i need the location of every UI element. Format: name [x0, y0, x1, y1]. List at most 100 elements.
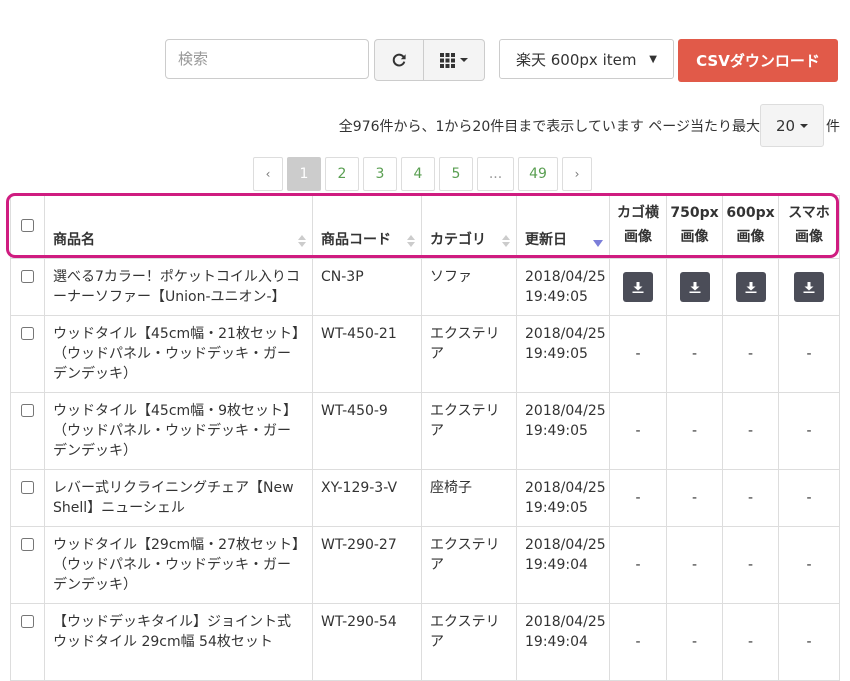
750px-image-cell: - [666, 603, 723, 681]
download-icon [689, 282, 700, 293]
page-prev[interactable]: ‹ [253, 157, 283, 191]
page-4[interactable]: 4 [401, 157, 435, 191]
row-checkbox[interactable] [21, 270, 34, 283]
600px-image-cell: - [722, 469, 779, 527]
cart-image-cell: - [609, 469, 667, 527]
header-smartphone-image: スマホ 画像 [778, 195, 840, 259]
row-checkbox[interactable] [21, 481, 34, 494]
updated-time: 19:49:05 [525, 289, 588, 305]
row-checkbox[interactable] [21, 538, 34, 551]
chevron-down-icon [800, 123, 809, 128]
page-1[interactable]: 1 [287, 157, 321, 191]
cart-image-cell: - [609, 315, 667, 393]
cart-image-cell: - [609, 526, 667, 604]
header-product-name-label: 商品名 [53, 232, 95, 248]
header-category[interactable]: カテゴリ [421, 195, 517, 259]
updated-at-cell: 2018/04/25 19:49:05 [516, 469, 610, 527]
750px-image-cell [666, 258, 723, 316]
updated-time: 19:49:05 [525, 500, 588, 516]
category-cell: エクステリア [421, 392, 517, 470]
header-smartphone-image-line2: 画像 [795, 229, 823, 245]
empty-value: - [747, 423, 754, 439]
per-page-dropdown[interactable]: 20 [760, 104, 824, 147]
600px-image-cell: - [722, 315, 779, 393]
product-name-cell: 【ウッドデッキタイル】ジョイント式ウッドタイル 29cm幅 54枚セット [44, 603, 313, 681]
format-select[interactable]: 楽天 600px item ▼ [499, 39, 674, 79]
result-info: 全976件から、1から20件目まで表示しています ページ当たり最大 20 件 [0, 104, 850, 147]
table-row: ウッドタイル【45cm幅・21枚セット】（ウッドパネル・ウッドデッキ・ガーデンデ… [10, 315, 840, 393]
smartphone-image-cell: - [778, 469, 840, 527]
header-select-all [10, 195, 45, 259]
search-input[interactable] [165, 39, 369, 79]
updated-time: 19:49:04 [525, 634, 588, 650]
download-icon [745, 282, 756, 293]
product-code-cell: XY-129-3-V [312, 469, 422, 527]
row-checkbox[interactable] [21, 327, 34, 340]
view-button-group [374, 39, 485, 81]
select-all-checkbox[interactable] [21, 218, 34, 232]
row-checkbox[interactable] [21, 615, 34, 628]
header-cart-image: カゴ横 画像 [609, 195, 667, 259]
category-cell: エクステリア [421, 315, 517, 393]
sort-icon [407, 235, 415, 247]
download-button[interactable] [623, 272, 653, 302]
header-product-name[interactable]: 商品名 [44, 195, 313, 259]
updated-date: 2018/04/25 [525, 480, 606, 496]
updated-date: 2018/04/25 [525, 537, 606, 553]
page-2[interactable]: 2 [325, 157, 359, 191]
header-product-code[interactable]: 商品コード [312, 195, 422, 259]
empty-value: - [635, 346, 641, 362]
page-next[interactable]: › [562, 157, 592, 191]
category-cell: エクステリア [421, 603, 517, 681]
updated-time: 19:49:05 [525, 423, 588, 439]
header-cart-image-line2: 画像 [624, 229, 652, 245]
table-body: 選べる7カラー！ポケットコイル入りコーナーソファー【Union-ユニオン-】 CN… [10, 258, 840, 681]
header-updated-at[interactable]: 更新日 [516, 195, 610, 259]
updated-at-cell: 2018/04/25 19:49:04 [516, 526, 610, 604]
columns-toggle-button[interactable] [424, 39, 485, 81]
empty-value: - [635, 423, 641, 439]
updated-at-cell: 2018/04/25 19:49:05 [516, 392, 610, 470]
pagination: ‹ 1 2 3 4 5 ... 49 › [253, 157, 592, 191]
updated-time: 19:49:05 [525, 346, 588, 362]
row-select-cell [10, 392, 45, 470]
smartphone-image-cell: - [778, 603, 840, 681]
empty-value: - [806, 634, 812, 650]
product-code-cell: CN-3P [312, 258, 422, 316]
updated-date: 2018/04/25 [525, 269, 606, 285]
product-table-wrapper: 商品名 商品コード カテゴリ 更新日 カゴ横 画像 750px 画像 600px… [10, 195, 840, 681]
chevron-down-icon [460, 58, 468, 62]
empty-value: - [806, 423, 812, 439]
refresh-icon [392, 53, 406, 67]
row-checkbox[interactable] [21, 404, 34, 417]
download-button[interactable] [679, 272, 710, 302]
empty-value: - [691, 346, 698, 362]
page-5[interactable]: 5 [439, 157, 473, 191]
header-product-code-label: 商品コード [321, 232, 391, 248]
per-page-value: 20 [775, 116, 796, 135]
table-row: ウッドタイル【29cm幅・27枚セット】（ウッドパネル・ウッドデッキ・ガーデンデ… [10, 526, 840, 604]
csv-download-button[interactable]: CSVダウンロード [678, 39, 838, 82]
empty-value: - [691, 634, 698, 650]
table-row: 【ウッドデッキタイル】ジョイント式ウッドタイル 29cm幅 54枚セット WT-2… [10, 603, 840, 681]
row-select-cell [10, 315, 45, 393]
600px-image-cell: - [722, 526, 779, 604]
empty-value: - [635, 490, 641, 506]
category-cell: エクステリア [421, 526, 517, 604]
page-49[interactable]: 49 [518, 157, 558, 191]
table-row: 選べる7カラー！ポケットコイル入りコーナーソファー【Union-ユニオン-】 CN… [10, 258, 840, 316]
product-code-cell: WT-290-27 [312, 526, 422, 604]
row-select-cell [10, 258, 45, 316]
empty-value: - [747, 490, 754, 506]
refresh-button[interactable] [374, 39, 424, 81]
empty-value: - [747, 346, 754, 362]
table-row: レバー式リクライニングチェア【New Shell】ニューシェル XY-129-3-… [10, 469, 840, 527]
smartphone-image-cell [778, 258, 840, 316]
download-button[interactable] [735, 272, 766, 302]
page-3[interactable]: 3 [363, 157, 397, 191]
600px-image-cell [722, 258, 779, 316]
header-750px-image: 750px 画像 [666, 195, 723, 259]
header-cart-image-line1: カゴ横 [617, 205, 659, 221]
table-row: ウッドタイル【45cm幅・9枚セット】（ウッドパネル・ウッドデッキ・ガーデンデッ… [10, 392, 840, 470]
download-button[interactable] [794, 272, 824, 302]
